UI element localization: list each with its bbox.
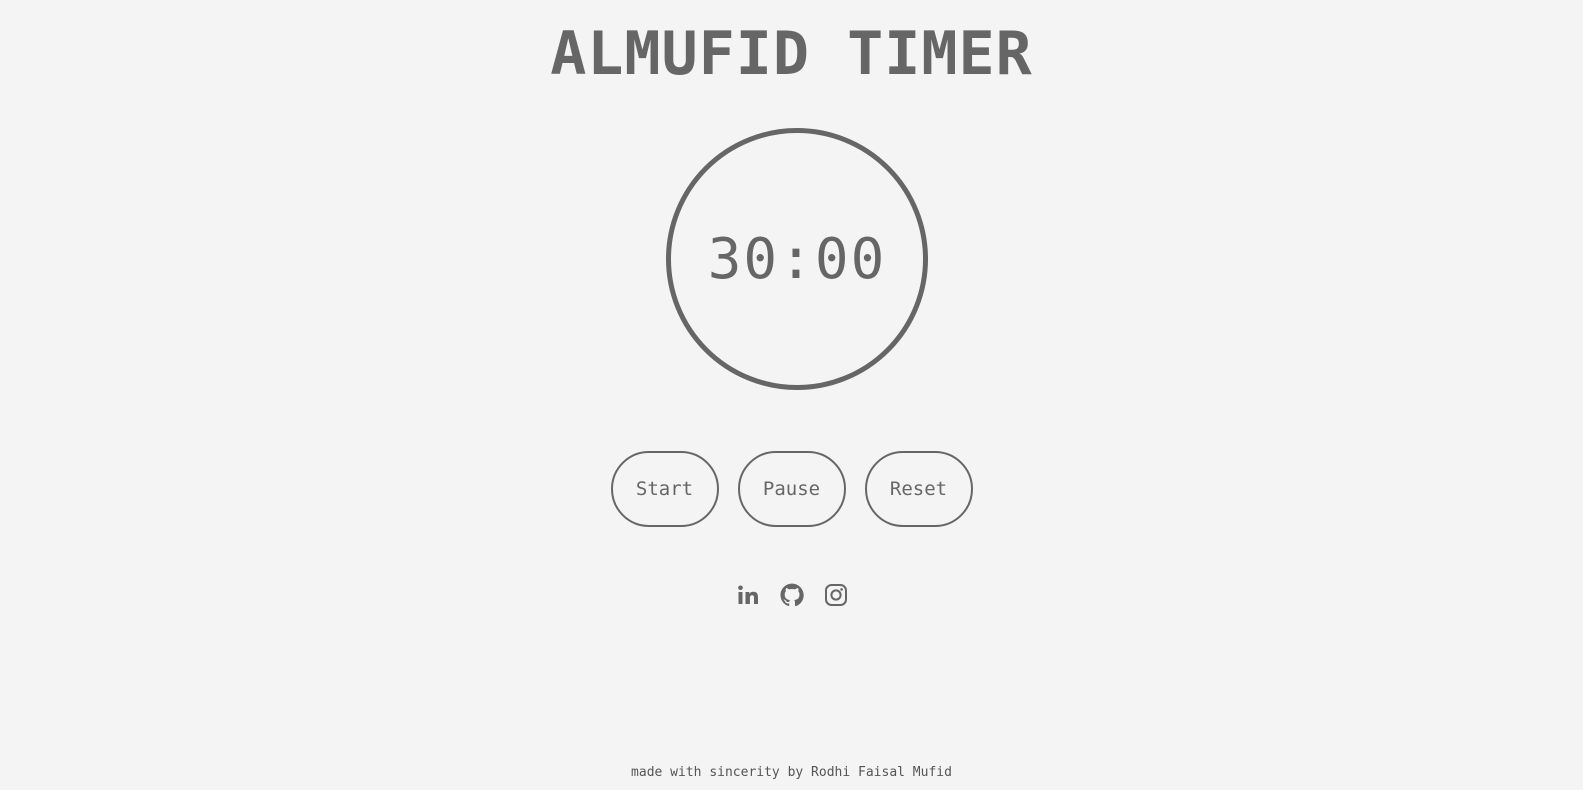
timer-circle: 30:00 bbox=[666, 128, 928, 390]
timer-display: 30:00 bbox=[707, 226, 887, 292]
pause-button[interactable]: Pause bbox=[737, 451, 846, 527]
linkedin-icon bbox=[736, 583, 760, 607]
instagram-link[interactable] bbox=[824, 583, 848, 607]
linkedin-link[interactable] bbox=[736, 583, 760, 607]
start-button[interactable]: Start bbox=[610, 451, 719, 527]
footer-credit: made with sincerity by Rodhi Faisal Mufi… bbox=[631, 765, 952, 780]
instagram-icon bbox=[824, 583, 848, 607]
reset-button[interactable]: Reset bbox=[864, 451, 973, 527]
page-title: ALMUFID TIMER bbox=[550, 19, 1033, 89]
github-link[interactable] bbox=[780, 583, 804, 607]
timer-controls: Start Pause Reset bbox=[0, 451, 1583, 527]
github-icon bbox=[780, 583, 804, 607]
social-links bbox=[0, 583, 1583, 607]
